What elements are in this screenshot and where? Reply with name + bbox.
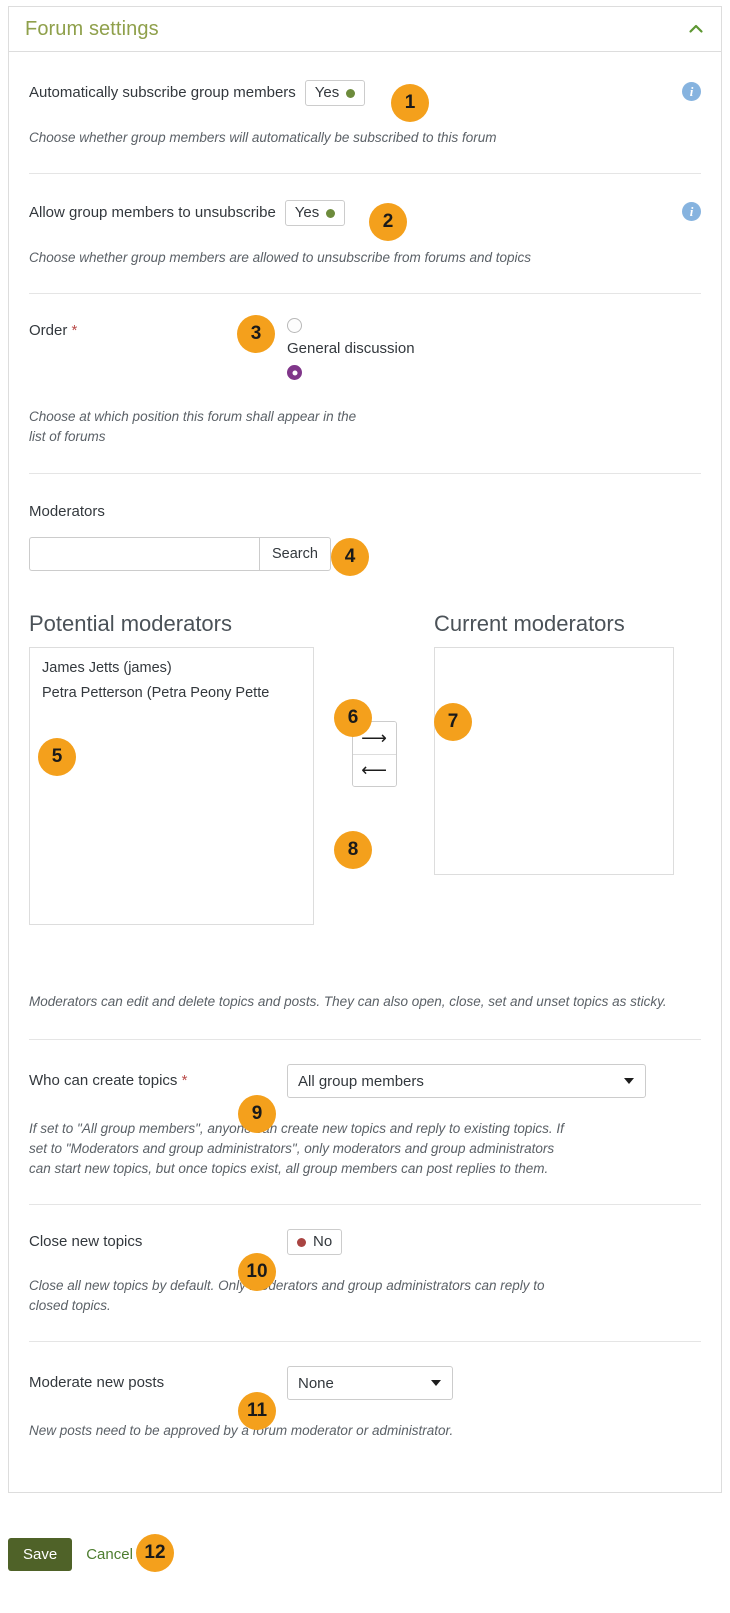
toggle-state-dot <box>326 208 336 218</box>
close-new-topics-help-1: Close all new topics by default. Only mo… <box>29 1278 545 1293</box>
order-label-text: Order <box>29 322 68 339</box>
who-can-create-value: All group members <box>298 1072 424 1090</box>
cancel-button[interactable]: Cancel <box>86 1546 133 1563</box>
field-allow-unsubscribe: Allow group members to unsubscribe Yes i <box>29 200 701 226</box>
forum-settings-panel: Forum settings Automatically subscribe g… <box>8 6 722 1493</box>
moderate-new-posts-value: None <box>298 1374 334 1392</box>
field-close-new-topics: Close new topics No <box>29 1229 701 1255</box>
save-button[interactable]: Save <box>8 1538 73 1571</box>
chevron-down-icon <box>624 1078 634 1084</box>
order-radio-group: General discussion <box>287 318 415 380</box>
callout-badge-1: 1 <box>391 84 429 122</box>
moderators-picker: Potential moderators James Jetts (james)… <box>29 611 701 925</box>
order-help-line-1: Choose at which position this forum shal… <box>29 409 357 424</box>
list-item[interactable]: James Jetts (james) <box>30 656 313 681</box>
form-footer: Save Cancel <box>8 1538 133 1571</box>
moderate-new-posts-help: New posts need to be approved by a forum… <box>29 1423 454 1438</box>
callout-badge-4: 4 <box>331 538 369 576</box>
callout-badge-7: 7 <box>434 703 472 741</box>
field-auto-subscribe: Automatically subscribe group members Ye… <box>29 80 701 106</box>
required-marker: * <box>71 322 78 339</box>
order-radio-top[interactable] <box>287 318 302 333</box>
toggle-state-dot <box>346 88 356 98</box>
auto-subscribe-label: Automatically subscribe group members <box>29 84 296 101</box>
allow-unsubscribe-label: Allow group members to unsubscribe <box>29 204 276 221</box>
callout-badge-9: 9 <box>238 1095 276 1133</box>
potential-moderators-list[interactable]: James Jetts (james) Petra Petterson (Pet… <box>29 647 314 925</box>
current-moderators-column: Current moderators <box>434 611 674 875</box>
close-new-topics-toggle[interactable]: No <box>287 1229 343 1255</box>
callout-badge-12: 12 <box>136 1534 174 1572</box>
chevron-up-icon[interactable] <box>687 20 705 38</box>
who-can-create-help-3: can start new topics, but once topics ex… <box>29 1161 549 1176</box>
allow-unsubscribe-toggle-value: Yes <box>294 204 320 221</box>
panel-header[interactable]: Forum settings <box>9 7 721 52</box>
current-moderators-heading: Current moderators <box>434 611 625 636</box>
required-marker: * <box>181 1072 188 1089</box>
field-order: Order * General discussion <box>29 318 701 380</box>
who-can-create-help-1: If set to "All group members", anyone ca… <box>29 1121 564 1136</box>
divider <box>29 473 701 474</box>
toggle-state-dot <box>297 1237 306 1247</box>
who-can-create-select[interactable]: All group members <box>287 1064 646 1098</box>
callout-badge-5: 5 <box>38 738 76 776</box>
panel-body: Automatically subscribe group members Ye… <box>9 80 721 1441</box>
current-moderators-list[interactable] <box>434 647 674 875</box>
order-help-line-2: list of forums <box>29 429 106 444</box>
info-icon[interactable]: i <box>682 82 701 101</box>
close-new-topics-toggle-value: No <box>313 1233 333 1250</box>
chevron-down-icon <box>431 1380 441 1386</box>
search-button[interactable]: Search <box>259 537 331 571</box>
auto-subscribe-toggle-value: Yes <box>314 84 340 101</box>
transfer-buttons: ⟶ ⟵ <box>314 611 434 787</box>
callout-badge-3: 3 <box>237 315 275 353</box>
callout-badge-8: 8 <box>334 831 372 869</box>
forum-settings-page: Forum settings Automatically subscribe g… <box>0 0 730 1613</box>
potential-moderators-heading: Potential moderators <box>29 611 232 636</box>
close-new-topics-help-2: closed topics. <box>29 1298 111 1313</box>
arrow-left-icon[interactable]: ⟵ <box>352 754 396 786</box>
callout-badge-6: 6 <box>334 699 372 737</box>
auto-subscribe-help: Choose whether group members will automa… <box>29 130 497 145</box>
callout-badge-10: 10 <box>238 1253 276 1291</box>
divider <box>29 1341 701 1342</box>
callout-badge-2: 2 <box>369 203 407 241</box>
divider <box>29 1204 701 1205</box>
info-icon[interactable]: i <box>682 202 701 221</box>
order-option-label: General discussion <box>287 340 415 357</box>
moderators-label: Moderators <box>29 503 105 520</box>
field-who-can-create: Who can create topics * All group member… <box>29 1064 701 1098</box>
who-can-create-label: Who can create topics * <box>29 1072 287 1090</box>
search-input[interactable] <box>29 537 259 571</box>
divider <box>29 173 701 174</box>
divider <box>29 293 701 294</box>
order-radio-bottom[interactable] <box>287 365 302 380</box>
who-can-create-help-2: set to "Moderators and group administrat… <box>29 1141 555 1156</box>
close-new-topics-label: Close new topics <box>29 1233 143 1250</box>
allow-unsubscribe-help: Choose whether group members are allowed… <box>29 250 531 265</box>
divider <box>29 1039 701 1040</box>
list-item[interactable]: Petra Petterson (Petra Peony Pette <box>30 681 313 706</box>
who-can-create-label-text: Who can create topics <box>29 1072 178 1089</box>
moderate-new-posts-label: Moderate new posts <box>29 1374 165 1391</box>
moderate-new-posts-select[interactable]: None <box>287 1366 453 1400</box>
allow-unsubscribe-toggle[interactable]: Yes <box>284 200 346 226</box>
field-moderate-new-posts: Moderate new posts None <box>29 1366 701 1400</box>
auto-subscribe-toggle[interactable]: Yes <box>304 80 366 106</box>
callout-badge-11: 11 <box>238 1392 276 1430</box>
moderators-help: Moderators can edit and delete topics an… <box>29 994 667 1009</box>
page-title: Forum settings <box>25 17 159 40</box>
